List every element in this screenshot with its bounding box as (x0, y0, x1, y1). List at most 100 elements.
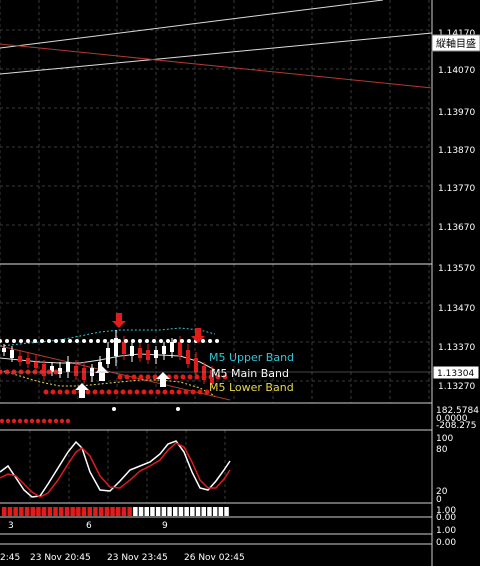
dot-upper (82, 339, 86, 343)
dot-upper (33, 339, 37, 343)
time-label: 26 Nov 02:45 (184, 553, 245, 563)
indicator-dot (53, 418, 59, 424)
histogram-bar (121, 507, 127, 516)
candle-body (106, 348, 110, 364)
dot-upper (54, 339, 58, 343)
candle-body (18, 356, 22, 362)
dot-upper (5, 339, 9, 343)
dot-upper (96, 339, 100, 343)
dot-marker (112, 407, 116, 411)
price-label: 1.13470 (438, 304, 475, 314)
histogram-bar (127, 507, 132, 516)
histogram-bar (13, 507, 18, 516)
dot-upper (124, 339, 128, 343)
dot-upper (117, 339, 121, 343)
dot-lower (57, 389, 63, 395)
candle-body (138, 348, 142, 358)
indicator-dot (5, 418, 11, 424)
price-label: 1.13570 (438, 264, 475, 274)
indicator-dot (11, 418, 17, 424)
candle-body (186, 350, 190, 364)
dot-lower (201, 374, 207, 380)
price-label: 1.14070 (438, 66, 475, 76)
dot-lower (71, 389, 77, 395)
price-label: 1.13970 (438, 108, 475, 118)
candle-body (194, 358, 198, 372)
time-label: 2:45 (0, 553, 20, 563)
dot-lower (180, 374, 186, 380)
indicator-dot (17, 418, 23, 424)
dot-upper (47, 339, 51, 343)
dot-upper (215, 339, 219, 343)
candle-body (58, 368, 62, 374)
histogram-bar (195, 507, 201, 516)
dot-upper (68, 339, 72, 343)
histogram-bar (2, 507, 7, 516)
dot-lower (117, 374, 123, 380)
bottom-value: 0.00 (436, 538, 456, 548)
histogram-bar (98, 507, 104, 516)
price-label: 1.13370 (438, 343, 475, 353)
trendline-red (0, 43, 433, 89)
trading-chart[interactable]: M5 Upper Band M5 Main Band M5 Lower Band… (0, 0, 480, 566)
histogram-bar (30, 507, 35, 516)
candle-body (162, 346, 166, 354)
main-band-label: M5 Main Band (211, 367, 289, 380)
indicator-dot (0, 418, 5, 424)
chart-grid (0, 0, 432, 503)
dot-upper (138, 339, 142, 343)
dot-lower (183, 389, 189, 395)
dot-upper (131, 339, 135, 343)
dot-lower (120, 389, 126, 395)
dot-upper (159, 339, 163, 343)
candle-body (26, 358, 30, 364)
dot-upper (208, 339, 212, 343)
candle-body (122, 342, 126, 354)
axis-tooltip-text: 縦軸目盛 (436, 37, 476, 50)
dot-lower (176, 389, 182, 395)
histogram-bar (167, 507, 172, 516)
current-price-text: 1.13304 (437, 369, 474, 379)
dot-lower (85, 389, 91, 395)
dot-lower (194, 374, 200, 380)
dot-upper (173, 339, 177, 343)
histogram-bar (110, 507, 115, 516)
histogram-bar (19, 507, 24, 516)
histogram-bar (70, 507, 75, 516)
candle-body (170, 342, 174, 352)
histogram-bar (64, 507, 70, 516)
histogram-bar (7, 507, 13, 516)
histogram-bar (47, 507, 53, 516)
candle-body (178, 342, 182, 356)
histogram-bar (24, 507, 30, 516)
histogram-bar (36, 507, 41, 516)
bar-count-3: 3 (8, 521, 14, 531)
dot-lower (127, 389, 133, 395)
histogram-bar (155, 507, 161, 516)
price-label: 1.13670 (438, 223, 475, 233)
dot-lower (169, 389, 175, 395)
dot-lower (187, 374, 193, 380)
histogram-bar (184, 507, 189, 516)
dot-upper (12, 339, 16, 343)
histogram-bar (173, 507, 178, 516)
histogram-bar (178, 507, 184, 516)
histogram-bar (218, 507, 224, 516)
indicator-dots-panel (0, 418, 71, 424)
dot-upper (180, 339, 184, 343)
histogram-bar (201, 507, 206, 516)
dot-upper (103, 339, 107, 343)
oscillator-level: 0 (436, 495, 442, 505)
histogram-bar (116, 507, 121, 516)
indicator-value: -208.275 (436, 421, 476, 431)
candle-body (34, 362, 38, 368)
axis-tooltip: 縦軸目盛 (431, 34, 480, 52)
indicator-dot (41, 418, 47, 424)
dot-upper (152, 339, 156, 343)
dot-upper (19, 339, 23, 343)
indicator-dot (65, 418, 71, 424)
dot-lower (50, 389, 56, 395)
time-label: 23 Nov 20:45 (30, 553, 91, 563)
indicator-dot (59, 418, 65, 424)
dot-upper (110, 339, 114, 343)
